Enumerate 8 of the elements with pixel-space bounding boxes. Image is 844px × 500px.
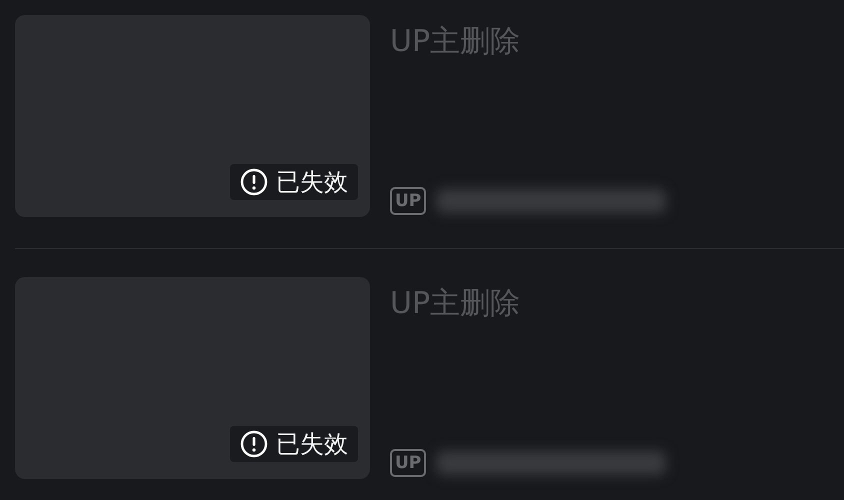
status-text: 已失效 [276, 430, 348, 458]
exclamation-icon [240, 168, 268, 196]
video-thumbnail[interactable]: 已失效 [15, 15, 370, 217]
status-text: 已失效 [276, 168, 348, 196]
video-thumbnail[interactable]: 已失效 [15, 277, 370, 479]
uploader-icon: UP [390, 449, 426, 477]
exclamation-icon [240, 430, 268, 458]
uploader-icon: UP [390, 187, 426, 215]
